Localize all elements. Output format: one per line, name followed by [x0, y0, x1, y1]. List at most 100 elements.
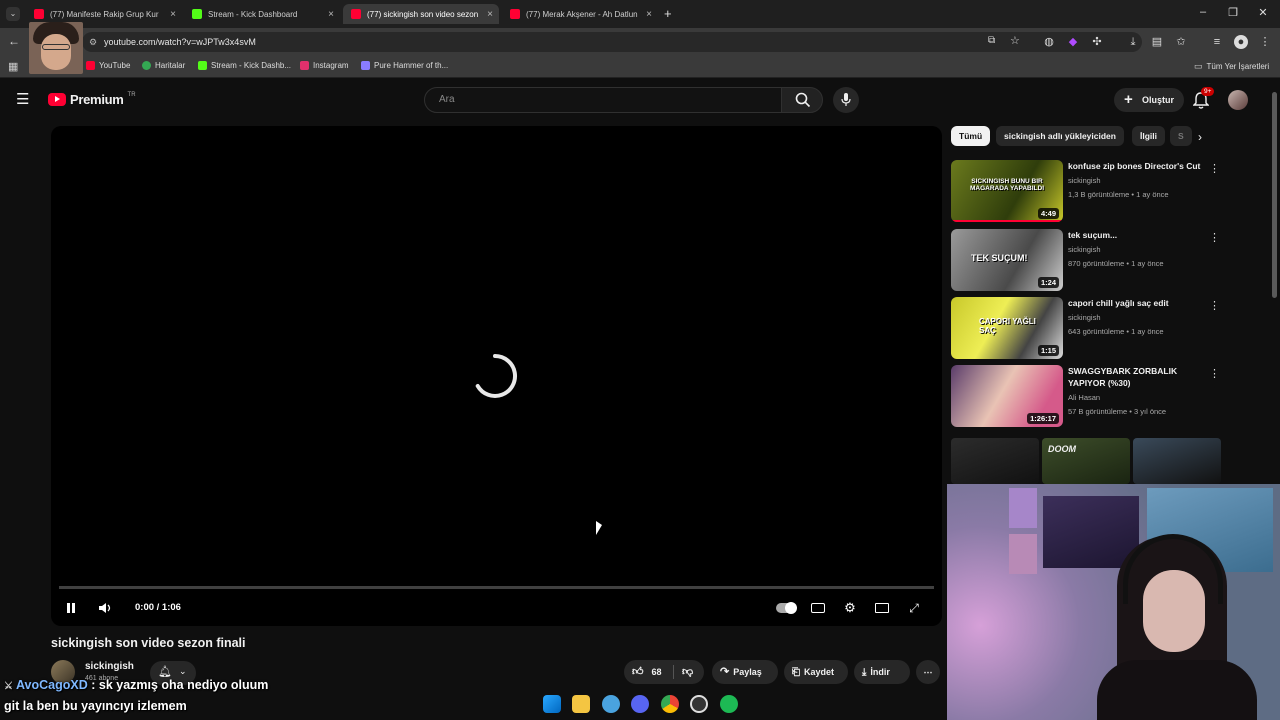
address-bar[interactable]: ⚙ youtube.com/watch?v=wJPTw3x4svM [82, 32, 1142, 52]
rec-title: capori chill yağlı saç edit [1068, 298, 1169, 308]
miniplayer-button[interactable] [873, 598, 891, 618]
rec-channel[interactable]: sickingish [1068, 313, 1101, 322]
autoplay-toggle[interactable] [775, 598, 797, 618]
thumbnail-caption: TEK SUÇUM! [971, 253, 1028, 263]
chip-all[interactable]: Tümü [951, 126, 991, 146]
video-thumbnail[interactable]: SICKINGISH BUNU BIR MAGARADA YAPABILDI 4… [951, 160, 1063, 222]
facecam-face [41, 34, 71, 70]
video-thumbnail[interactable]: 1:26:17 [951, 365, 1063, 427]
browser-tab-active[interactable]: (77) sickingish son video sezon × [343, 4, 499, 24]
windows-start-icon[interactable] [543, 695, 561, 713]
video-player[interactable]: 0:00 / 1:06 ⚙ ⤢ [51, 126, 942, 626]
tab-close-icon[interactable]: × [646, 9, 652, 20]
app-icon[interactable] [602, 695, 620, 713]
create-button[interactable]: + Oluştur [1114, 88, 1184, 112]
shorts-thumbnail[interactable] [951, 438, 1039, 484]
progress-bar[interactable] [59, 586, 934, 589]
fullscreen-button[interactable]: ⤢ [905, 598, 923, 618]
bookmark-instagram[interactable]: Instagram [300, 61, 349, 70]
browser-tab[interactable]: (77) Manifeste Rakip Grup Kur × [26, 4, 182, 24]
media-control-icon[interactable]: ≡ [1210, 35, 1224, 49]
bookmark-youtube[interactable]: YouTube [86, 61, 130, 70]
bookmark-kick[interactable]: Stream - Kick Dashb... [198, 61, 291, 70]
rec-channel[interactable]: Ali Hasan [1068, 393, 1100, 402]
extensions-puzzle-icon[interactable]: ✣ [1090, 35, 1104, 49]
bookmark-star-icon[interactable]: ☆ [1010, 34, 1020, 47]
subtitles-button[interactable] [809, 598, 827, 618]
close-window-icon[interactable]: ✕ [1256, 6, 1270, 19]
chrome-icon[interactable] [661, 695, 679, 713]
chip-partial[interactable]: S [1170, 126, 1192, 146]
more-vertical-icon[interactable]: ⋮ [1209, 299, 1220, 312]
save-button[interactable]: ⎗ Kaydet [784, 660, 848, 684]
notifications-button[interactable]: 9+ [1192, 87, 1215, 110]
chat-text: git la ben bu yayıncıyı izlemem [4, 699, 187, 713]
tab-close-icon[interactable]: × [328, 9, 334, 20]
like-button[interactable]: 👍︎ 68 [632, 660, 662, 684]
instagram-icon [300, 61, 309, 70]
channel-name[interactable]: sickingish [85, 661, 134, 672]
maps-pin-icon [142, 61, 151, 70]
new-tab-button[interactable]: + [664, 6, 672, 21]
recommendation-item[interactable]: TEK SUÇUM! 1:24 tek suçum... sickingish … [951, 229, 1221, 293]
more-vertical-icon[interactable]: ⋮ [1209, 367, 1220, 380]
rec-channel[interactable]: sickingish [1068, 176, 1101, 185]
divider [673, 665, 674, 679]
menu-dots-icon[interactable]: ⋮ [1258, 35, 1272, 49]
share-button[interactable]: ↷ Paylaş [712, 660, 778, 684]
extension-icon[interactable]: ◆ [1066, 35, 1080, 49]
more-vertical-icon[interactable]: ⋮ [1209, 231, 1220, 244]
rec-channel[interactable]: sickingish [1068, 245, 1101, 254]
minimize-icon[interactable]: – [1196, 6, 1210, 18]
youtube-logo[interactable]: Premium TR [48, 92, 136, 107]
site-info-icon[interactable]: ⚙ [89, 32, 97, 52]
more-actions-button[interactable]: ⋯ [916, 660, 940, 684]
recommendation-item[interactable]: 1:26:17 SWAGGYBARK ZORBALIK YAPIYOR (%30… [951, 365, 1221, 429]
tab-close-icon[interactable]: × [170, 9, 176, 20]
recommendation-item[interactable]: CAPORI YAĞLI SAÇ 1:15 capori chill yağlı… [951, 297, 1221, 361]
all-bookmarks[interactable]: ▭ Tüm Yer İşaretleri [1194, 61, 1269, 72]
file-explorer-icon[interactable] [572, 695, 590, 713]
spotify-icon[interactable] [720, 695, 738, 713]
back-icon[interactable]: ← [8, 34, 20, 48]
facecam-glasses [42, 44, 70, 50]
video-thumbnail[interactable]: CAPORI YAĞLI SAÇ 1:15 [951, 297, 1063, 359]
profile-icon[interactable]: ● [1234, 35, 1248, 49]
like-dislike-group: 👍︎ 68 👎︎ [624, 660, 704, 684]
download-button[interactable]: ⤓ İndir [854, 660, 910, 684]
search-button[interactable] [781, 87, 823, 113]
chip-from-uploader[interactable]: sickingish adlı yükleyiciden [996, 126, 1124, 146]
extension-icon[interactable]: ◍ [1042, 35, 1056, 49]
tab-search-icon[interactable]: ⌄ [6, 7, 20, 21]
pause-button[interactable] [63, 598, 79, 618]
restore-icon[interactable]: ❐ [1226, 6, 1240, 19]
video-thumbnail[interactable]: TEK SUÇUM! 1:24 [951, 229, 1063, 291]
obs-icon[interactable] [690, 695, 708, 713]
browser-tab[interactable]: (77) Merak Akşener - Ah Datlun × [502, 4, 658, 24]
favorites-icon[interactable]: ✩ [1174, 35, 1188, 49]
search-input[interactable]: Ara [424, 87, 782, 113]
bookmark-pure-hammer[interactable]: Pure Hammer of th... [361, 61, 448, 70]
side-panel-icon[interactable]: ▤ [1150, 35, 1164, 49]
chip-related[interactable]: İlgili [1132, 126, 1165, 146]
bookmark-maps[interactable]: Haritalar [142, 61, 185, 70]
volume-button[interactable] [97, 598, 113, 618]
apps-grid-icon[interactable]: ▦ [8, 60, 18, 73]
hammer-icon [361, 61, 370, 70]
browser-tab[interactable]: Stream - Kick Dashboard × [184, 4, 340, 24]
settings-button[interactable]: ⚙ [841, 598, 859, 618]
avatar[interactable] [1228, 90, 1248, 110]
voice-search-button[interactable] [833, 87, 859, 113]
more-vertical-icon[interactable]: ⋮ [1209, 162, 1220, 175]
download-icon[interactable]: ⤓ [1126, 35, 1140, 49]
tab-close-icon[interactable]: × [487, 9, 493, 20]
dislike-button[interactable]: 👎︎ [682, 660, 693, 684]
shorts-thumbnail[interactable]: DOOM [1042, 438, 1130, 484]
discord-icon[interactable] [631, 695, 649, 713]
page-scrollbar[interactable] [1272, 92, 1277, 298]
chevron-right-icon[interactable]: › [1198, 130, 1202, 144]
shorts-thumbnail[interactable] [1133, 438, 1221, 484]
install-icon[interactable]: ⧉ [988, 35, 995, 46]
recommendation-item[interactable]: SICKINGISH BUNU BIR MAGARADA YAPABILDI 4… [951, 160, 1221, 224]
hamburger-menu-icon[interactable]: ☰ [16, 90, 29, 108]
